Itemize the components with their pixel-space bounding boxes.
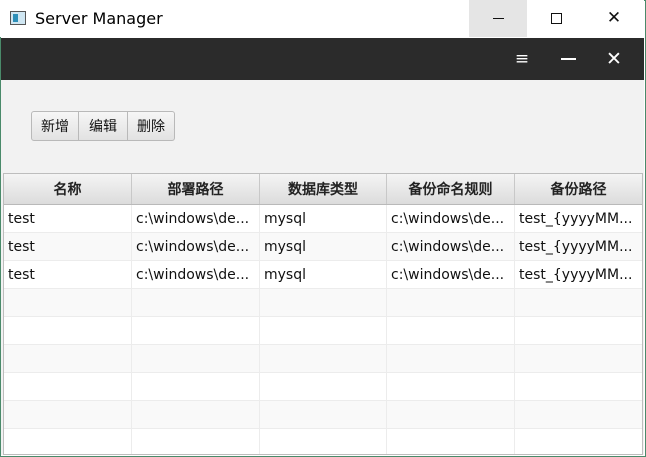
table-cell: c:\windows\de... bbox=[387, 205, 515, 232]
table-cell: c:\windows\de... bbox=[132, 205, 260, 232]
empty-table-row bbox=[4, 373, 642, 401]
window-maximize-button[interactable] bbox=[527, 0, 585, 37]
table-cell: test bbox=[4, 233, 132, 260]
empty-table-row bbox=[4, 345, 642, 373]
app-close-button[interactable]: ✕ bbox=[599, 44, 629, 74]
window-close-button[interactable]: ✕ bbox=[585, 0, 643, 37]
minimize-icon bbox=[492, 18, 504, 19]
table-cell: test bbox=[4, 261, 132, 288]
table-body: test c:\windows\de... mysql c:\windows\d… bbox=[4, 205, 642, 454]
table-header: 名称 部署路径 数据库类型 备份命名规则 备份路径 bbox=[4, 174, 642, 205]
table-cell: mysql bbox=[260, 261, 387, 288]
table-cell: mysql bbox=[260, 205, 387, 232]
close-icon: ✕ bbox=[606, 8, 622, 28]
table-cell: test_{yyyyMM... bbox=[519, 238, 633, 255]
table-cell: test bbox=[4, 205, 132, 232]
table-row[interactable]: test c:\windows\de... mysql c:\windows\d… bbox=[4, 261, 642, 289]
window-title: Server Manager bbox=[35, 9, 163, 28]
minimize-icon bbox=[560, 58, 576, 60]
empty-table-row bbox=[4, 289, 642, 317]
delete-button[interactable]: 删除 bbox=[128, 111, 175, 141]
table-cell: c:\windows\de... bbox=[132, 261, 260, 288]
empty-table-row bbox=[4, 429, 642, 454]
column-header-backup-path[interactable]: 备份路径 bbox=[515, 174, 642, 204]
column-header-backup-naming[interactable]: 备份命名规则 bbox=[387, 174, 515, 204]
table-cell: c:\windows\de... bbox=[387, 233, 515, 260]
table-cell: test_{yyyyMM... bbox=[519, 266, 633, 283]
column-header-db-type[interactable]: 数据库类型 bbox=[260, 174, 387, 204]
edit-button[interactable]: 编辑 bbox=[79, 111, 128, 141]
table-cell: c:\windows\de... bbox=[387, 261, 515, 288]
menu-button[interactable]: ≡ bbox=[507, 44, 537, 74]
table-row[interactable]: test c:\windows\de... mysql c:\windows\d… bbox=[4, 205, 642, 233]
close-icon: ✕ bbox=[606, 48, 622, 70]
empty-table-row bbox=[4, 401, 642, 429]
window-minimize-button[interactable] bbox=[469, 0, 527, 37]
column-header-deploy-path[interactable]: 部署路径 bbox=[132, 174, 260, 204]
menu-icon: ≡ bbox=[514, 49, 530, 69]
column-header-name[interactable]: 名称 bbox=[4, 174, 132, 204]
app-toolbar: ≡ ✕ bbox=[1, 38, 644, 80]
app-minimize-button[interactable] bbox=[553, 44, 583, 74]
add-button[interactable]: 新增 bbox=[31, 111, 79, 141]
window-titlebar[interactable]: Server Manager ✕ bbox=[0, 0, 644, 37]
action-button-group: 新增 编辑 删除 bbox=[31, 111, 175, 141]
maximize-icon bbox=[550, 13, 562, 24]
table-cell: c:\windows\de... bbox=[132, 233, 260, 260]
table-cell: test_{yyyyMM... bbox=[519, 210, 633, 227]
table-cell: mysql bbox=[260, 233, 387, 260]
app-window-icon bbox=[10, 11, 26, 25]
server-table[interactable]: 名称 部署路径 数据库类型 备份命名规则 备份路径 test c:\window… bbox=[3, 173, 643, 455]
table-row[interactable]: test c:\windows\de... mysql c:\windows\d… bbox=[4, 233, 642, 261]
empty-table-row bbox=[4, 317, 642, 345]
